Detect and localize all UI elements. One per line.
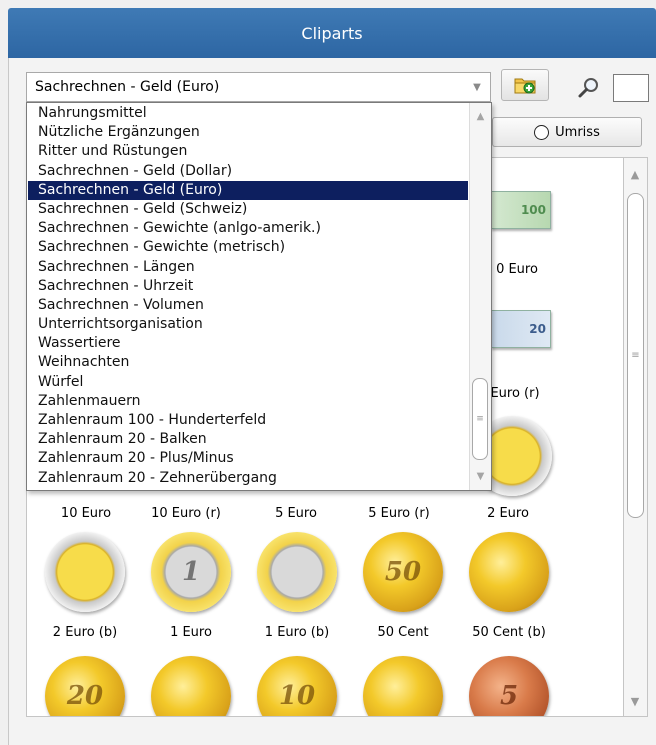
scrollbar-thumb[interactable]: ≡	[627, 193, 644, 518]
panel-title: Cliparts	[8, 8, 656, 58]
coin-50-cent-b[interactable]	[469, 532, 549, 612]
dropdown-option[interactable]: Würfel	[28, 373, 468, 392]
dropdown-option[interactable]: Sachrechnen - Geld (Dollar)	[28, 162, 468, 181]
clipart-label: 5 Euro	[275, 506, 317, 521]
dropdown-option-selected[interactable]: Sachrechnen - Geld (Euro)	[28, 180, 468, 200]
clipart-label: 10 Euro	[60, 506, 112, 521]
dropdown-option[interactable]: Nützliche Ergänzungen	[28, 123, 468, 142]
dropdown-option[interactable]: Sachrechnen - Gewichte (anlgo-amerik.)	[28, 219, 468, 238]
clipart-label: 2 Euro (b)	[52, 625, 118, 640]
dropdown-option[interactable]: Zahlenraum 20 - Balken	[28, 430, 468, 449]
category-select-value: Sachrechnen - Geld (Euro)	[35, 79, 220, 95]
coin-1-euro-b[interactable]	[257, 532, 337, 612]
clipart-label: 50 Cent	[377, 625, 429, 640]
dropdown-option[interactable]: Zahlenraum 20 - Plus/Minus	[28, 449, 468, 468]
dropdown-option[interactable]: Sachrechnen - Gewichte (metrisch)	[28, 238, 468, 257]
scroll-up-icon[interactable]: ▲	[470, 111, 491, 122]
chevron-down-icon[interactable]: ▼	[464, 73, 490, 101]
scrollbar-thumb[interactable]: ≡	[472, 378, 488, 460]
dropdown-option[interactable]: Zahlenraum 20 - Zehnerübergang	[28, 469, 468, 488]
clipart-label: 1 Euro	[170, 625, 212, 640]
umriss-radio-button[interactable]: Umriss	[492, 117, 642, 147]
clipart-label: 2 Euro	[487, 506, 529, 521]
banknote-20-euro[interactable]: 20	[491, 310, 551, 348]
dropdown-option[interactable]: Sachrechnen - Längen	[28, 258, 468, 277]
clipart-label: 50 Cent (b)	[472, 625, 546, 640]
coin-50-cent[interactable]: 50	[363, 532, 443, 612]
dropdown-option[interactable]: Sachrechnen - Uhrzeit	[28, 277, 468, 296]
magnifier-icon[interactable]	[575, 74, 603, 102]
panel-title-text: Cliparts	[301, 23, 363, 43]
clipart-label: 10 Euro (r)	[151, 506, 221, 521]
search-input[interactable]	[613, 74, 649, 102]
clipart-label: 5 Euro (r)	[368, 506, 430, 521]
folder-add-icon	[514, 78, 536, 94]
dropdown-option[interactable]: Zahlenraum 100 - Hunderterfeld	[28, 411, 468, 430]
banknote-100-euro[interactable]: 100	[491, 191, 551, 229]
coin-2-euro-b[interactable]	[45, 532, 125, 612]
dropdown-option[interactable]: Unterrichtsorganisation	[28, 315, 468, 334]
clipart-label: 1 Euro (b)	[264, 625, 330, 640]
coin-20-cent-b[interactable]	[151, 656, 231, 716]
dropdown-option[interactable]: Wassertiere	[28, 334, 468, 353]
scroll-down-icon[interactable]: ▼	[624, 695, 646, 708]
scroll-up-icon[interactable]: ▲	[624, 168, 646, 181]
category-dropdown-list[interactable]: Nahrungsmittel Nützliche Ergänzungen Rit…	[26, 102, 492, 491]
scroll-down-icon[interactable]: ▼	[470, 471, 491, 482]
radio-icon	[534, 124, 550, 140]
gallery-scrollbar[interactable]: ▲ ≡ ▼	[624, 157, 648, 717]
dropdown-scrollbar[interactable]: ▲ ≡ ▼	[469, 103, 491, 490]
dropdown-option[interactable]: Sachrechnen - Volumen	[28, 296, 468, 315]
coin-5-cent[interactable]: 5	[469, 656, 549, 716]
umriss-label: Umriss	[555, 124, 600, 140]
add-clipart-folder-button[interactable]	[501, 69, 549, 101]
coin-1-euro[interactable]: 1	[151, 532, 231, 612]
dropdown-option[interactable]: Sachrechnen - Geld (Schweiz)	[28, 200, 468, 219]
dropdown-option[interactable]: Weihnachten	[28, 353, 468, 372]
category-select[interactable]: Sachrechnen - Geld (Euro) ▼	[26, 72, 491, 102]
dropdown-option[interactable]: Ritter und Rüstungen	[28, 142, 468, 161]
dropdown-option[interactable]: Zahlenmauern	[28, 392, 468, 411]
coin-10-cent-b[interactable]	[363, 656, 443, 716]
dropdown-option[interactable]: Nahrungsmittel	[28, 104, 468, 123]
coin-20-cent[interactable]: 20	[45, 656, 125, 716]
coin-10-cent[interactable]: 10	[257, 656, 337, 716]
